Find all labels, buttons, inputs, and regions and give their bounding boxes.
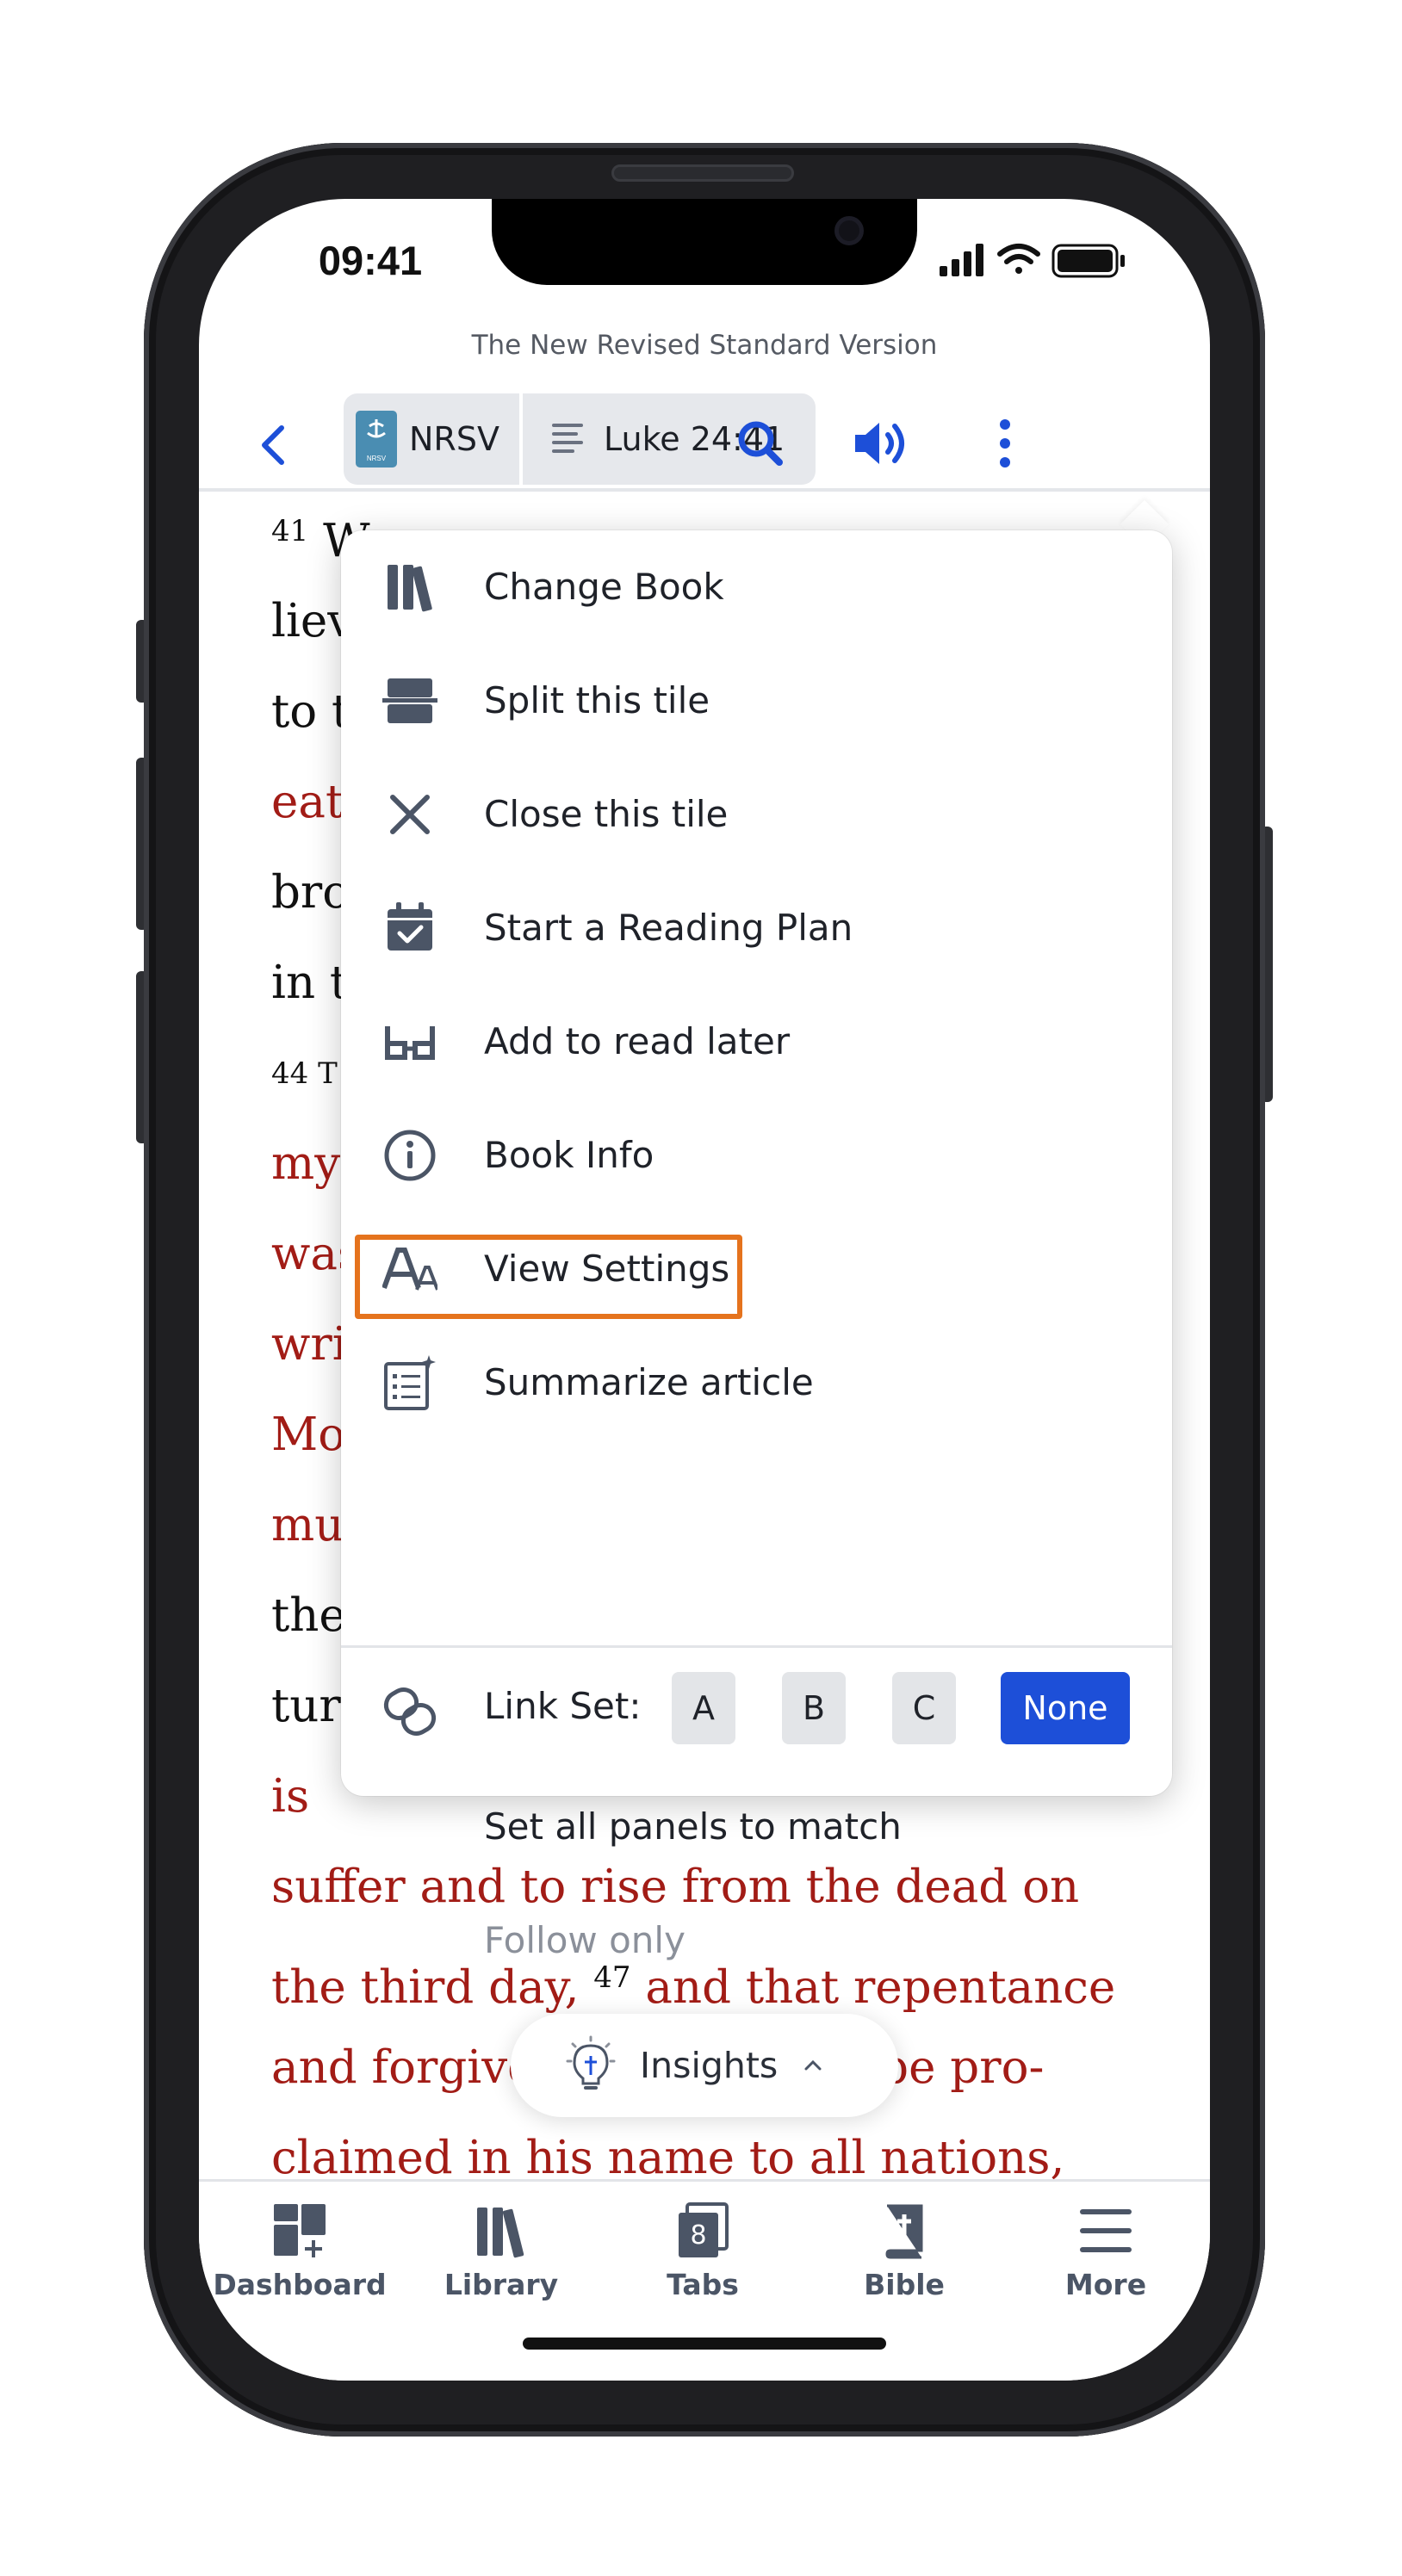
verse-fragment: to t (271, 685, 350, 738)
bible-icon (885, 2204, 923, 2259)
follow-only-button[interactable]: Follow only (484, 1884, 685, 1997)
tab-dashboard[interactable]: Dashboard (199, 2202, 400, 2314)
verse-line: the third day, 47 and that repentance (271, 1935, 1141, 2021)
menu-item-view-settings[interactable]: View Settings (341, 1212, 1172, 1326)
nrsv-book-icon: NRSV (356, 411, 397, 468)
close-icon (390, 795, 430, 834)
link-set-option-c[interactable]: C (892, 1672, 956, 1744)
notch (492, 199, 917, 285)
verse-fragment: my (271, 1137, 341, 1190)
verse-number: 41 (271, 514, 309, 548)
battery-icon (1052, 244, 1125, 278)
speaker-grille (611, 164, 794, 182)
back-button[interactable] (249, 419, 301, 471)
status-icons (940, 242, 1146, 280)
verse-fragment: mu (271, 1499, 344, 1551)
text-size-icon (382, 1248, 437, 1291)
insights-button[interactable]: Insights (511, 2014, 898, 2117)
chevron-left-icon (262, 425, 284, 465)
menu-item-label: Change Book (484, 566, 724, 608)
split-icon (382, 678, 437, 723)
tabs-icon: 8 (679, 2202, 729, 2257)
link-set-row: Link Set: A B C None (341, 1650, 1172, 1770)
menu-item-label: Start a Reading Plan (484, 907, 853, 949)
link-set-option-a[interactable]: A (672, 1672, 735, 1744)
dashboard-icon (274, 2204, 326, 2257)
menu-item-label: View Settings (484, 1248, 730, 1290)
search-icon[interactable] (733, 416, 788, 471)
link-set-label: Link Set: (484, 1685, 642, 1727)
menu-item-label: Summarize article (484, 1361, 814, 1403)
glasses-icon (385, 1026, 435, 1060)
toolbar: NRSV NRSV Luke 24:41 (199, 387, 1210, 490)
wifi-icon (997, 244, 1040, 274)
tab-label: Library (444, 2268, 559, 2301)
menu-item-label: Split this tile (484, 679, 710, 721)
link-set-option-none[interactable]: None (1001, 1672, 1130, 1744)
books-icon (388, 565, 432, 612)
audio-icon[interactable] (850, 416, 905, 471)
more-icon (1080, 2209, 1132, 2252)
library-icon (477, 2208, 524, 2258)
menu-item-split-tile[interactable]: Split this tile (341, 644, 1172, 758)
menu-item-close-tile[interactable]: Close this tile (341, 758, 1172, 871)
verse-number: 44 T (271, 1056, 338, 1091)
tab-bible[interactable]: Bible (803, 2202, 1005, 2314)
calendar-check-icon (388, 902, 432, 951)
verse-fragment: and forgive (271, 2041, 535, 2094)
menu-item-book-info[interactable]: Book Info (341, 1099, 1172, 1212)
menu-separator (341, 1645, 1172, 1648)
version-label: NRSV (409, 420, 499, 458)
status-time: 09:41 (318, 238, 423, 283)
menu-item-label: Add to read later (484, 1020, 791, 1062)
tab-label: More (1064, 2268, 1147, 2301)
menu-item-read-later[interactable]: Add to read later (341, 985, 1172, 1099)
verse-fragment: claimed in his name to all nations, (271, 2132, 1065, 2184)
summarize-icon (384, 1355, 436, 1410)
menu-item-label: Book Info (484, 1134, 654, 1176)
home-indicator (523, 2338, 886, 2350)
search-button[interactable] (578, 416, 633, 471)
tab-label: Dashboard (213, 2268, 387, 2301)
link-set-option-b[interactable]: B (782, 1672, 846, 1744)
front-camera (834, 216, 864, 245)
version-title: The New Revised Standard Version (471, 330, 938, 361)
tab-tabs[interactable]: 8 Tabs (602, 2202, 803, 2314)
link-icon (383, 1687, 437, 1736)
verse-fragment: is (271, 1770, 324, 1823)
set-all-panels-button[interactable]: Set all panels to match (484, 1770, 902, 1884)
menu-item-reading-plan[interactable]: Start a Reading Plan (341, 871, 1172, 985)
version-button[interactable]: NRSV NRSV (344, 393, 519, 485)
insights-label: Insights (640, 2045, 779, 2086)
verse-fragment: Mo (271, 1409, 346, 1461)
menu-item-summarize[interactable]: Summarize article (341, 1326, 1172, 1440)
verse-fragment: in t (271, 957, 349, 1009)
tab-more[interactable]: More (1005, 2202, 1207, 2314)
verse-fragment: and that repentance (630, 1961, 1116, 2014)
verse-fragment: the (271, 1589, 346, 1642)
verse-fragment: tur (271, 1680, 341, 1732)
tab-label: Bible (864, 2268, 945, 2301)
cellular-signal-icon (940, 244, 983, 276)
overflow-menu: Change Book Split this tile Close this t… (341, 530, 1172, 1961)
menu-item-change-book[interactable]: Change Book (341, 530, 1172, 644)
verse-fragment: bro (271, 866, 350, 919)
tab-library[interactable]: Library (400, 2202, 602, 2314)
tabs-count-badge: 8 (690, 2220, 706, 2251)
menu-item-label: Close this tile (484, 793, 729, 835)
bottom-tab-bar: Dashboard Library 8 Tabs Bible More (199, 2179, 1210, 2381)
verse-fragment: wri (271, 1318, 347, 1371)
verse-fragment: eat (271, 776, 344, 828)
info-icon (384, 1130, 436, 1181)
more-vertical-icon[interactable] (977, 416, 1033, 471)
lightbulb-icon (566, 2035, 616, 2090)
phone-screen: 09:41 The New Revised Standard Version N… (199, 199, 1210, 2381)
nrsv-badge-text: NRSV (366, 455, 387, 462)
tab-label: Tabs (667, 2268, 739, 2301)
chevron-up-icon (804, 2059, 822, 2071)
